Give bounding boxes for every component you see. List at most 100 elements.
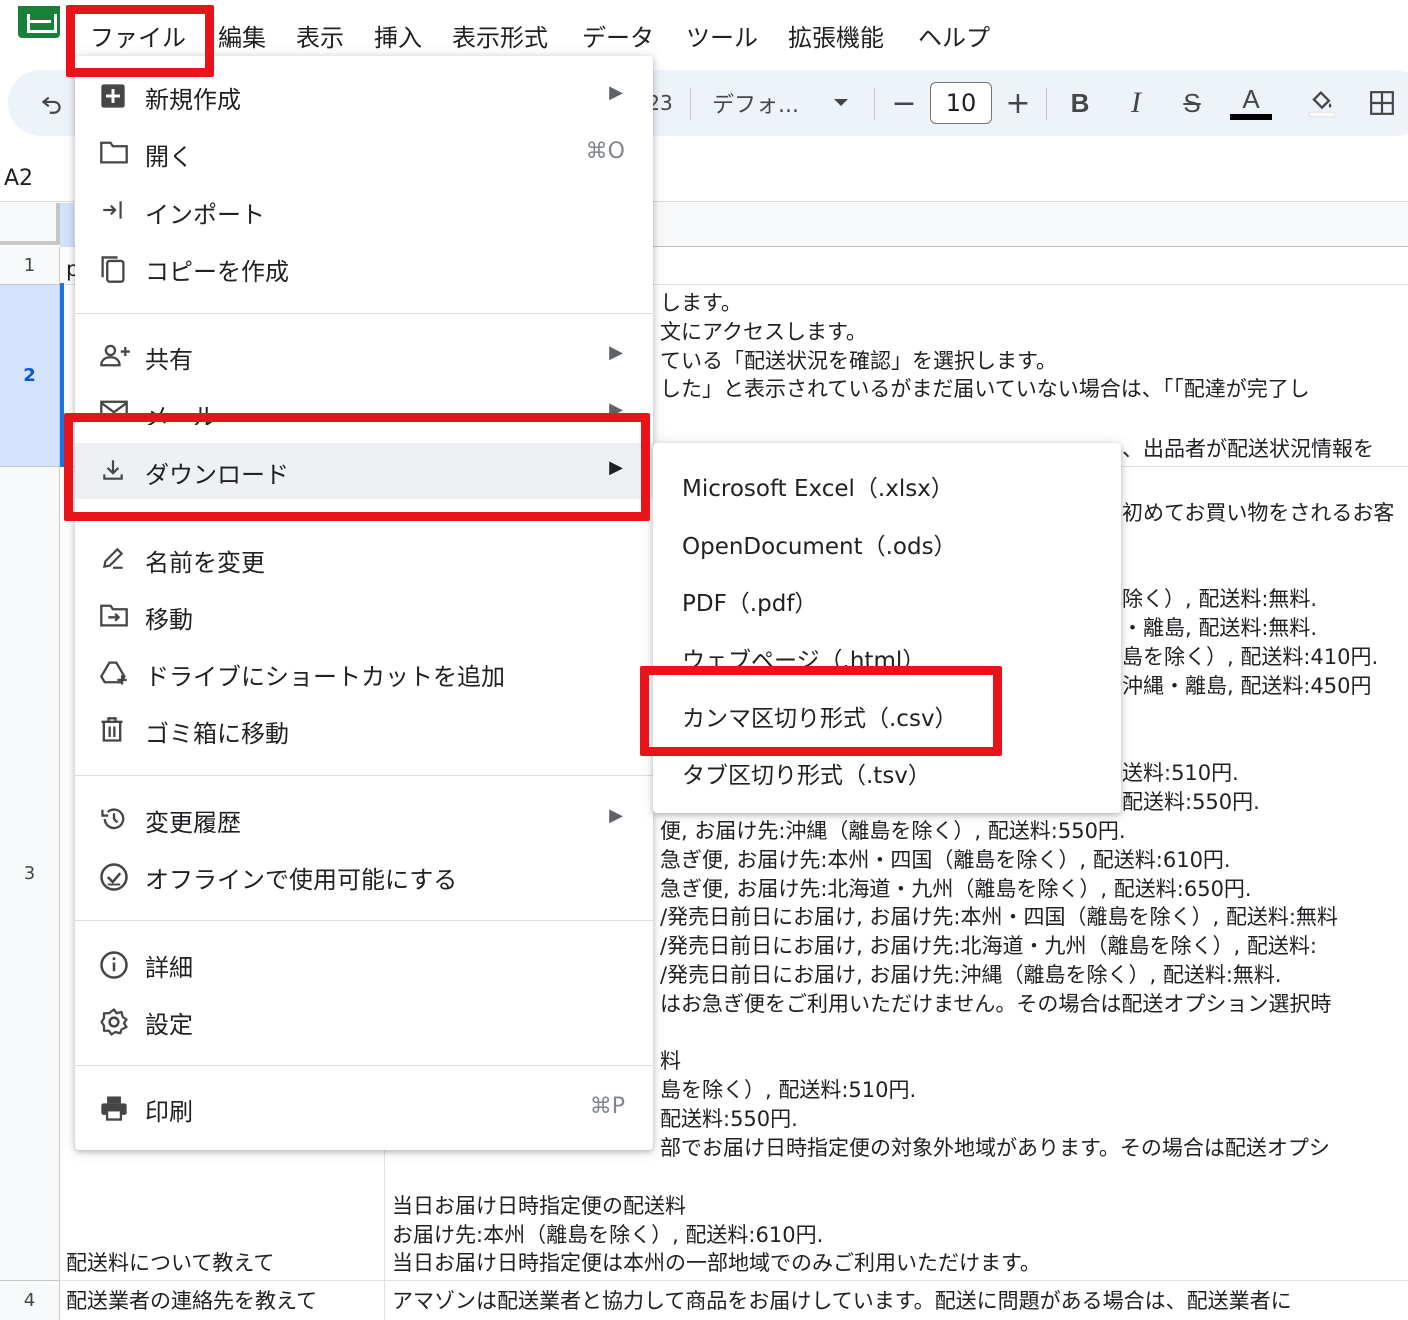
borders-icon[interactable] xyxy=(1362,70,1402,136)
increase-font-size-button[interactable]: + xyxy=(1002,70,1034,136)
text-color-bar xyxy=(1230,114,1272,120)
cell-b3-line: はお急ぎ便をご利用いただけません。その場合は配送オプション選択時 xyxy=(660,991,1332,1016)
menu-item-version-history[interactable]: 変更履歴 ▶ xyxy=(75,791,653,847)
offline-check-icon xyxy=(99,862,129,891)
row-divider xyxy=(60,1280,1408,1281)
cell-b3-line: 送料:510円. xyxy=(1122,761,1239,785)
menu-extensions[interactable]: 拡張機能 xyxy=(788,18,884,53)
menu-item-share[interactable]: 共有 ▶ xyxy=(75,328,653,384)
cell-b3-line: /発売日前日にお届け, お届け先:沖縄（離島を除く）, 配送料:無料. xyxy=(660,962,1282,987)
cell-b3-line: お届け先:本州（離島を除く）, 配送料:610円. xyxy=(392,1222,824,1247)
menu-tools[interactable]: ツール xyxy=(686,18,758,53)
menu-insert[interactable]: 挿入 xyxy=(374,18,422,53)
toolbar-divider xyxy=(874,88,875,120)
menu-item-make-available-offline[interactable]: オフラインで使用可能にする xyxy=(75,848,653,904)
cell-b3-line xyxy=(1122,528,1394,557)
cell-b2-line: 、出品者が配送状況情報を xyxy=(1122,437,1374,461)
cell-b3-text[interactable]: 便, お届け先:沖縄（離島を除く）, 配送料:550円. 急ぎ便, お届け先:本… xyxy=(660,817,1338,1163)
print-icon xyxy=(99,1094,129,1122)
cell-b2-line: します。 xyxy=(660,291,742,315)
download-pdf-option[interactable]: PDF（.pdf） xyxy=(653,570,1121,627)
cell-b3-line: 初めてお買い物をされるお客 xyxy=(1122,501,1395,525)
menu-item-make-copy[interactable]: コピーを作成 xyxy=(75,240,653,296)
drive-shortcut-icon xyxy=(99,659,129,687)
row-header-4[interactable]: 4 xyxy=(0,1281,60,1320)
cell-b3-line: /発売日前日にお届け, お届け先:北海道・九州（離島を除く）, 配送料: xyxy=(660,934,1317,959)
cell-b4[interactable]: アマゾンは配送業者と協力して商品をお届けしています。配送に問題がある場合は、配送… xyxy=(392,1287,1292,1316)
cell-a3[interactable]: 配送料について教えて xyxy=(66,1249,274,1278)
sheets-logo-icon[interactable] xyxy=(18,6,60,38)
row-header-1[interactable]: 1 xyxy=(0,247,60,285)
menu-item-label: 詳細 xyxy=(145,954,193,982)
download-xlsx-option[interactable]: Microsoft Excel（.xlsx） xyxy=(653,455,1121,512)
menu-item-label: 名前を変更 xyxy=(145,549,265,577)
menu-item-label: ゴミ箱に移動 xyxy=(145,720,289,748)
menu-format[interactable]: 表示形式 xyxy=(452,18,548,53)
cell-b3-line: 便, お届け先:沖縄（離島を除く）, 配送料:550円. xyxy=(660,819,1126,843)
download-submenu: Microsoft Excel（.xlsx） OpenDocument（.ods… xyxy=(653,443,1121,813)
zoom-partial[interactable]: 23 xyxy=(647,70,672,136)
decrease-font-size-button[interactable]: − xyxy=(888,70,920,136)
name-box[interactable]: A2 xyxy=(4,166,33,191)
bold-button[interactable]: B xyxy=(1064,70,1096,136)
new-sheet-icon xyxy=(99,82,129,110)
font-size-input[interactable]: 10 xyxy=(930,82,992,124)
strikethrough-button[interactable]: S xyxy=(1176,70,1208,136)
menu-data[interactable]: データ xyxy=(582,18,654,53)
cell-b3-line: /発売日前日にお届け, お届け先:本州・四国（離島を除く）, 配送料:無料 xyxy=(660,905,1338,930)
cell-b2-text[interactable]: します。 文にアクセスします。 ている「配送状況を確認」を選択します。 した」と… xyxy=(660,289,1310,404)
column-header-a[interactable] xyxy=(60,203,74,247)
menu-item-label: オフラインで使用可能にする xyxy=(145,866,458,894)
row-header-2[interactable]: 2 xyxy=(0,285,60,467)
cell-b3-bottom-text: 当日お届け日時指定便の配送料 お届け先:本州（離島を除く）, 配送料:610円.… xyxy=(392,1163,1041,1278)
menu-item-import[interactable]: インポート xyxy=(75,183,653,239)
fill-color-icon[interactable] xyxy=(1302,70,1342,136)
cell-b3-line: 部でお届け日時指定便の対象外地域があります。その場合は配送オプシ xyxy=(660,1135,1330,1160)
italic-button[interactable]: I xyxy=(1120,70,1152,136)
text-color-button[interactable]: A xyxy=(1230,66,1272,132)
menu-item-label: インポート xyxy=(145,201,265,229)
highlight-box-file-menu xyxy=(66,5,214,77)
menu-divider xyxy=(75,920,653,921)
menu-item-label: 開く xyxy=(145,143,193,171)
menu-item-label: 設定 xyxy=(145,1011,193,1039)
chevron-down-icon[interactable] xyxy=(828,70,854,136)
folder-icon xyxy=(99,139,129,167)
menu-divider xyxy=(75,313,653,314)
menu-item-open[interactable]: 開く ⌘O xyxy=(75,125,653,181)
select-all-corner[interactable] xyxy=(0,203,60,245)
import-icon xyxy=(99,197,129,225)
menu-item-move-to-trash[interactable]: ゴミ箱に移動 xyxy=(75,702,653,758)
highlight-box-csv xyxy=(640,666,1002,756)
menu-item-rename[interactable]: 名前を変更 xyxy=(75,531,653,587)
undo-icon[interactable] xyxy=(32,70,72,136)
trash-icon xyxy=(99,716,129,744)
submenu-item-label: OpenDocument（.ods） xyxy=(682,534,957,560)
cell-b3-line: 急ぎ便, お届け先:北海道・九州（離島を除く）, 配送料:650円. xyxy=(660,876,1252,901)
menu-item-print[interactable]: 印刷 ⌘P xyxy=(75,1080,653,1136)
menu-item-label: ドライブにショートカットを追加 xyxy=(145,663,505,691)
cell-b3-line xyxy=(392,1163,1041,1192)
gear-icon xyxy=(99,1007,129,1036)
share-person-icon xyxy=(99,342,130,370)
cell-b3-mid-text: 送料:510円. 配送料:550円. xyxy=(1122,759,1260,817)
file-menu-dropdown: 新規作成 ▶ 開く ⌘O インポート コピーを作成 共有 ▶ メール ▶ ダウン… xyxy=(75,56,653,1150)
cell-b3-line xyxy=(660,1019,1338,1048)
cell-b3-line: 島を除く）, 配送料:510円. xyxy=(660,1078,917,1103)
menu-item-label: 移動 xyxy=(145,606,193,634)
font-family-dropdown[interactable]: デフォ... xyxy=(712,70,812,136)
menu-item-move[interactable]: 移動 xyxy=(75,588,653,644)
highlight-box-download xyxy=(64,413,650,521)
row-header-3[interactable]: 3 xyxy=(0,467,60,1281)
menu-item-details[interactable]: 詳細 xyxy=(75,936,653,992)
download-ods-option[interactable]: OpenDocument（.ods） xyxy=(653,513,1121,570)
menu-view[interactable]: 表示 xyxy=(296,18,344,53)
menu-edit[interactable]: 編集 xyxy=(218,18,266,53)
cell-b3-line: 当日お届け日時指定便は本州の一部地域でのみご利用いただけます。 xyxy=(392,1251,1041,1276)
menu-item-settings[interactable]: 設定 xyxy=(75,993,653,1049)
cell-a4[interactable]: 配送業者の連絡先を教えて xyxy=(66,1287,317,1316)
menu-item-add-drive-shortcut[interactable]: ドライブにショートカットを追加 xyxy=(75,645,653,701)
cell-b3-line: 急ぎ便, お届け先:本州・四国（離島を除く）, 配送料:610円. xyxy=(660,847,1231,872)
submenu-arrow-icon: ▶ xyxy=(609,805,623,826)
menu-help[interactable]: ヘルプ xyxy=(918,18,990,53)
